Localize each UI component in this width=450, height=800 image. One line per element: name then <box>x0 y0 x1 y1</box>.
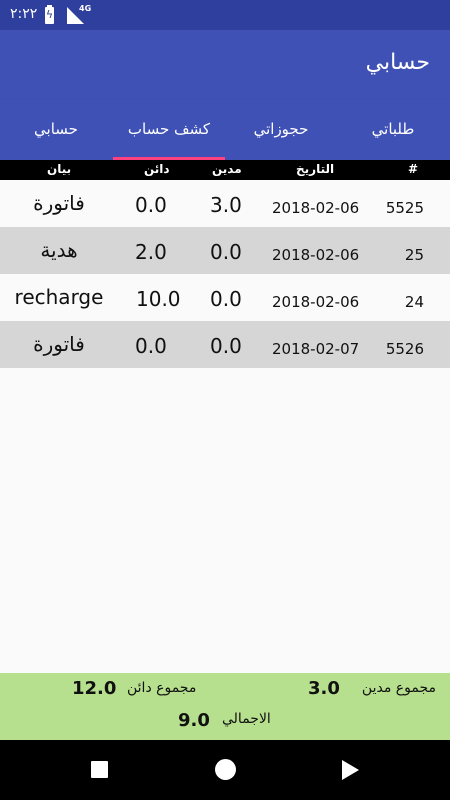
row-credit: 10.0 <box>136 287 181 311</box>
row-description: فاتورة <box>33 191 85 215</box>
row-date: 2018-02-06 <box>272 199 360 217</box>
header-description: بيان <box>47 162 72 176</box>
tab-my-account[interactable]: حسابي <box>0 100 112 160</box>
table-row[interactable]: 25 2018-02-06 0.0 2.0 هدية <box>0 227 450 274</box>
system-nav-bar <box>0 740 450 800</box>
back-triangle-icon[interactable] <box>342 760 359 780</box>
row-debit: 3.0 <box>210 193 242 217</box>
home-circle-icon[interactable] <box>215 759 236 780</box>
row-credit: 2.0 <box>135 240 167 264</box>
row-description: فاتورة <box>33 332 85 356</box>
row-debit: 0.0 <box>210 287 242 311</box>
page-title: حسابي <box>365 50 430 75</box>
row-id: 24 <box>404 293 424 311</box>
row-description: هدية <box>40 238 78 262</box>
header-id: # <box>407 162 418 176</box>
summary-panel: مجموع مدين 3.0 مجموع دائن 12.0 الاجمالي … <box>0 673 450 740</box>
total-credit-value: 12.0 <box>72 678 117 699</box>
header-debit: مدين <box>212 162 242 176</box>
table-row[interactable]: 5525 2018-02-06 3.0 0.0 فاتورة <box>0 180 450 227</box>
row-credit: 0.0 <box>135 193 167 217</box>
row-date: 2018-02-07 <box>272 340 360 358</box>
row-debit: 0.0 <box>210 334 242 358</box>
total-credit-label: مجموع دائن <box>127 680 197 696</box>
statement-list: 5525 2018-02-06 3.0 0.0 فاتورة 25 2018-0… <box>0 180 450 368</box>
row-id: 5526 <box>385 340 424 358</box>
row-debit: 0.0 <box>210 240 242 264</box>
status-bar: ٢:٢٢ ϟ 4G <box>0 0 450 30</box>
row-description: recharge <box>14 285 104 309</box>
table-row[interactable]: 24 2018-02-06 0.0 10.0 recharge <box>0 274 450 321</box>
grand-total-label: الاجمالي <box>222 711 271 727</box>
battery-charging-icon: ϟ <box>45 5 54 24</box>
tab-my-bookings[interactable]: حجوزاتي <box>225 100 337 160</box>
table-header: # التاريخ مدين دائن بيان <box>0 160 450 180</box>
row-date: 2018-02-06 <box>272 293 360 311</box>
tab-bar: طلباتي حجوزاتي كشف حساب حسابي <box>0 100 450 160</box>
row-date: 2018-02-06 <box>272 246 360 264</box>
row-id: 25 <box>404 246 424 264</box>
total-debit-value: 3.0 <box>308 678 340 699</box>
row-id: 5525 <box>385 199 424 217</box>
app-bar: حسابي <box>0 30 450 100</box>
total-debit-label: مجموع مدين <box>361 680 436 696</box>
tab-my-requests[interactable]: طلباتي <box>337 100 449 160</box>
network-type-label: 4G <box>79 4 92 13</box>
grand-total-value: 9.0 <box>178 710 210 731</box>
tab-account-statement[interactable]: كشف حساب <box>113 100 225 160</box>
recents-square-icon[interactable] <box>91 761 108 778</box>
table-row[interactable]: 5526 2018-02-07 0.0 0.0 فاتورة <box>0 321 450 368</box>
status-time: ٢:٢٢ <box>10 6 38 22</box>
row-credit: 0.0 <box>135 334 167 358</box>
header-credit: دائن <box>144 162 170 176</box>
header-date: التاريخ <box>296 162 335 176</box>
